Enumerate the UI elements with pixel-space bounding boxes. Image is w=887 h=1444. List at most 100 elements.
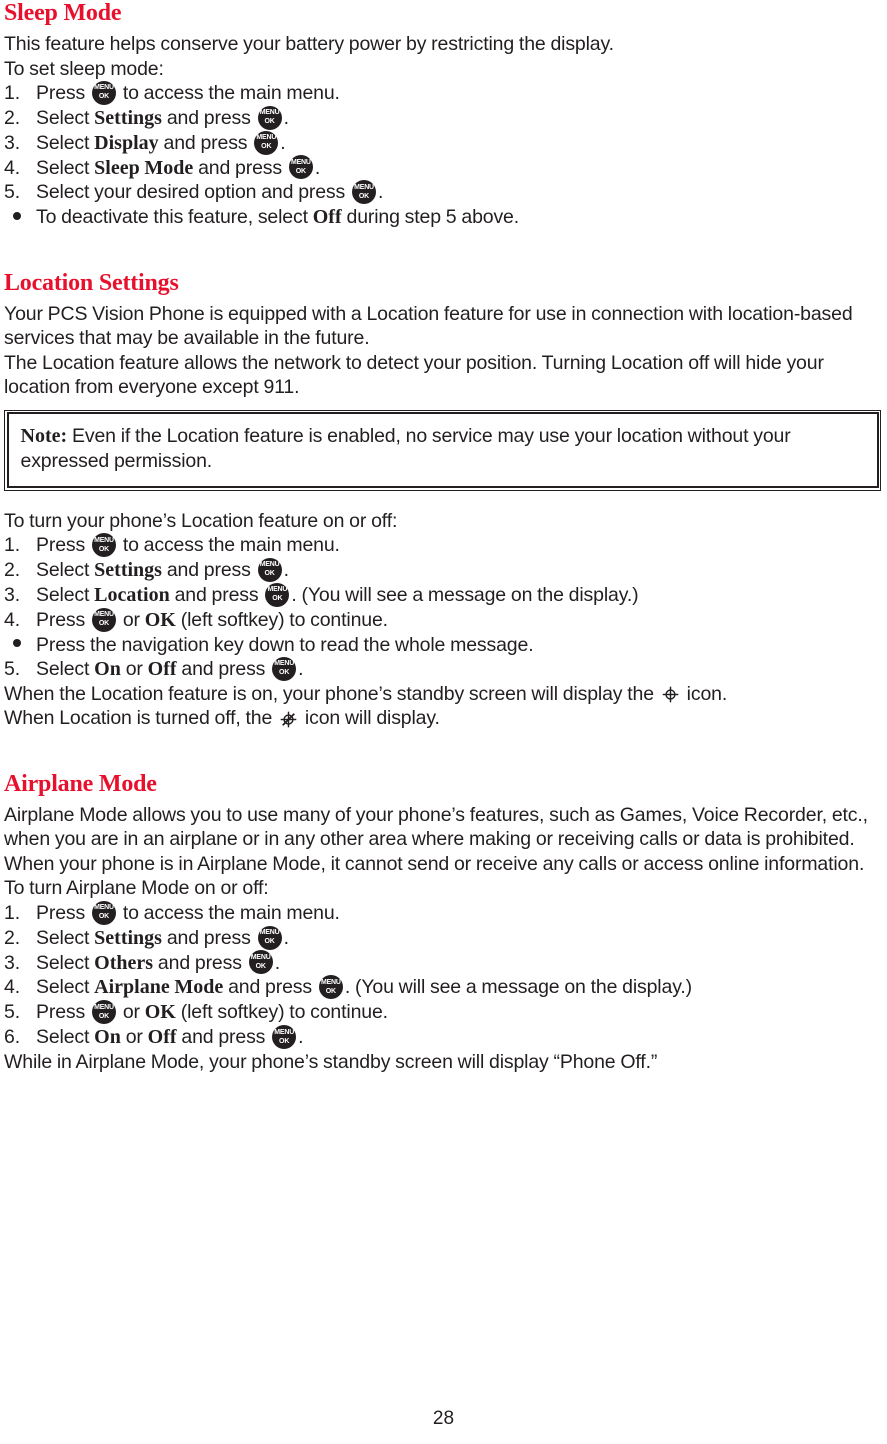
step-text-mid: or: [120, 1026, 148, 1049]
step-text-mid: and press: [161, 926, 256, 949]
step-text-mid: or: [117, 1001, 145, 1024]
menu-ok-key-label-ok: OK: [264, 938, 275, 946]
step-text-mid: and press: [223, 976, 317, 999]
step-item: 3. Select Location and press MENU OK . (You…: [4, 582, 881, 608]
step-text-bold: Sleep Mode: [94, 156, 194, 179]
menu-ok-key-label-ok: OK: [279, 1037, 290, 1045]
menu-ok-key-label-menu: MENU: [250, 953, 271, 961]
location-on-closing-line: When the Location feature is on, your ph…: [4, 682, 881, 707]
menu-ok-key-label-ok: OK: [261, 143, 272, 151]
bullet-item: To deactivate this feature, select Off d…: [4, 205, 881, 230]
step-text-bold: Others: [94, 951, 154, 974]
step-text-post: . (You will see a message on the display…: [344, 976, 692, 999]
step-text-pre: Select: [36, 1026, 95, 1049]
bullet-dot-icon: [13, 633, 21, 658]
menu-ok-key-label-menu: MENU: [94, 536, 114, 544]
step-number: 1.: [4, 534, 20, 557]
step-item: 2. Select Settings and press MENU OK.: [4, 105, 881, 131]
step-text-post: to access the main menu.: [117, 901, 340, 924]
section-title-airplane-mode: Airplane Mode: [4, 770, 157, 797]
step-text-pre: Press: [36, 901, 90, 924]
step-number: 5.: [4, 658, 20, 681]
step-text-post: (left softkey) to continue.: [175, 608, 388, 631]
menu-ok-key-label-ok: OK: [98, 913, 110, 921]
step-item: 1. Press MENU OK to access the main menu.: [4, 80, 881, 106]
step-text-pre: Select: [36, 926, 95, 949]
bullet-text-pre: Press the navigation key down to read th…: [36, 633, 534, 656]
note-label: Note:: [20, 425, 68, 448]
step-item: 4. Press MENU OK or OK (left softkey) to c…: [4, 607, 881, 633]
menu-ok-key-label-ok: OK: [98, 620, 110, 628]
step-item: 5. Select On or Off and press MENU OK.: [4, 656, 881, 682]
note-body: Even if the Location feature is enabled,…: [20, 425, 791, 473]
step-text-post: .: [283, 106, 289, 129]
location-settings-intro-paragraph-1: Your PCS Vision Phone is equipped with a…: [4, 302, 853, 350]
menu-ok-key-label-menu: MENU: [94, 904, 114, 912]
step-item: 1. Press MENU OK to access the main menu.: [4, 533, 881, 558]
menu-ok-key-label-ok: OK: [264, 118, 275, 126]
step-text-bold: Airplane Mode: [94, 976, 224, 999]
step-text-bold: Settings: [94, 559, 162, 582]
step-text-post: .: [298, 1026, 304, 1049]
step-text-post: .: [314, 156, 321, 179]
step-text-mid: and press: [169, 583, 264, 606]
menu-ok-key-icon: MENU OK: [257, 925, 282, 950]
step-text-mid: or: [117, 608, 145, 631]
menu-ok-key-label-ok: OK: [358, 192, 370, 200]
menu-ok-key-label-ok: OK: [272, 595, 283, 603]
note-box-inner: Note: Even if the Location feature is en…: [6, 412, 879, 489]
step-item: 5. Press MENU OK or OK (left softkey) to c…: [4, 1000, 881, 1025]
menu-ok-key-label-menu: MENU: [259, 561, 280, 569]
step-item: 4. Select Sleep Mode and press MENU OK.: [4, 155, 881, 181]
location-off-text-pre: When Location is turned off, the: [4, 707, 278, 730]
step-text-pre: Select your desired option and press: [36, 181, 350, 204]
step-number: 1.: [4, 82, 20, 104]
step-text-bold: Location: [94, 583, 170, 606]
step-text-post: .: [280, 131, 286, 154]
step-text-pre: Select: [36, 583, 95, 606]
bullet-text-post: during step 5 above.: [341, 206, 520, 229]
step-text-post: .: [283, 559, 289, 582]
step-text-mid: and press: [161, 106, 256, 129]
step-text-pre: Press: [36, 608, 90, 631]
step-text-pre: Press: [36, 1001, 90, 1024]
step-text-mid: and press: [153, 951, 247, 974]
menu-ok-key-icon: MENU OK: [91, 900, 116, 925]
step-text-bold-2: Off: [147, 1026, 177, 1049]
bullet-dot-icon: [13, 205, 21, 230]
menu-ok-key-icon: MENU OK: [272, 1025, 297, 1049]
step-item: 5. Select your desired option and press M…: [4, 180, 881, 205]
step-text-bold: OK: [144, 1001, 176, 1024]
menu-ok-key-icon: MENU OK: [254, 130, 279, 155]
sleep-mode-step-list: 1. Press MENU OK to access the main menu. …: [4, 80, 881, 205]
airplane-mode-closing-text: While in Airplane Mode, your phone’s sta…: [4, 1051, 658, 1073]
step-item: 1. Press MENU OK to access the main menu.: [4, 900, 881, 926]
step-text-post: .: [283, 926, 289, 949]
step-text-post: to access the main menu.: [117, 534, 340, 557]
menu-ok-key-label-menu: MENU: [320, 978, 341, 986]
step-text-mid-2: and press: [176, 1026, 271, 1049]
step-text-post: . (You will see a message on the display…: [291, 583, 639, 606]
step-text-pre: Select: [36, 131, 95, 154]
step-text-mid-2: and press: [176, 658, 271, 681]
menu-ok-key-label-menu: MENU: [256, 134, 277, 142]
step-item: 2. Select Settings and press MENU OK.: [4, 557, 881, 583]
sleep-mode-intro-line-2: To set sleep mode:: [4, 57, 164, 80]
step-number: 4.: [4, 976, 20, 999]
section-title-sleep-mode: Sleep Mode: [4, 0, 122, 26]
menu-ok-key-label-ok: OK: [279, 669, 290, 677]
step-number: 3.: [4, 583, 20, 606]
menu-ok-key-label-ok: OK: [98, 545, 110, 553]
sleep-mode-intro-line-1: This feature helps conserve your battery…: [4, 33, 614, 55]
menu-ok-key-label-menu: MENU: [259, 109, 280, 117]
step-item: 3. Select Display and press MENU OK.: [4, 130, 881, 156]
step-number: 6.: [4, 1026, 20, 1049]
menu-ok-key-icon: MENU OK: [248, 950, 273, 975]
step-text-bold: On: [94, 1026, 121, 1049]
menu-ok-key-label-menu: MENU: [267, 586, 288, 594]
bullet-text-bold: Off: [312, 206, 342, 229]
location-on-crosshair-icon: [662, 685, 679, 703]
location-off-closing-line: When Location is turned off, the icon wi…: [4, 706, 881, 731]
menu-ok-key-label-ok: OK: [98, 93, 110, 101]
step-number: 4.: [4, 156, 20, 179]
